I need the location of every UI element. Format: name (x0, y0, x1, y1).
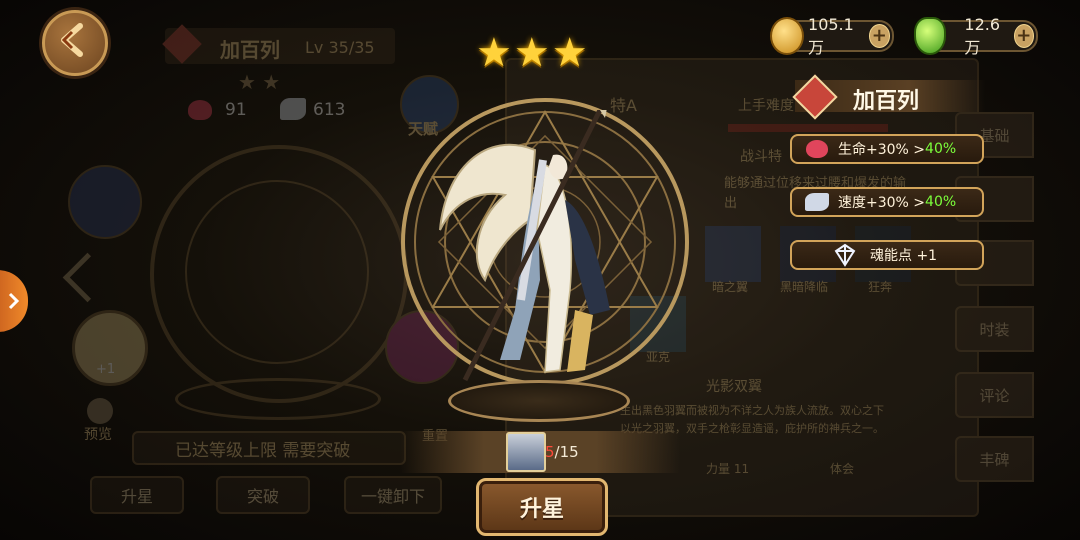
star-up-label: 升星 (519, 497, 564, 522)
bg-skill-name-3: 狂奔 (868, 280, 893, 294)
bg-unequip-button[interactable]: 一键卸下 (344, 476, 442, 514)
green-potion-icon (914, 17, 947, 55)
left-arrow-icon[interactable] (62, 252, 113, 303)
bg-difficulty-label: 上手难度 (738, 98, 794, 114)
shard-progress-bar: 5/15 (400, 431, 680, 473)
hp-bonus-badge: 生命+30% > 40% (790, 134, 984, 164)
bg-magic-circle-inner (185, 180, 369, 364)
soul-point-badge: 魂能点 +1 (790, 240, 984, 270)
star-icon: ★ (476, 30, 514, 76)
bg-skill-name-2: 黑暗降临 (780, 280, 829, 294)
bg-desc-line2: 出 (724, 196, 738, 211)
bg-agi-stat: 体会 (830, 462, 855, 476)
hp-bonus-value: 40% (925, 141, 957, 157)
chevron-right-icon (8, 292, 20, 310)
preview-label[interactable]: 预览 (84, 424, 112, 444)
bg-battle-label: 战斗特 (740, 149, 782, 165)
max-level-message: 已达等级上限 需要突破 (175, 441, 351, 461)
speed-bonus-prefix: 速度+30% > (838, 195, 926, 211)
star-up-button[interactable]: 升星 (476, 478, 608, 536)
gold-amount: 105.1万 (808, 14, 854, 57)
sidebar-tab-fashion[interactable]: 时装 (955, 306, 1034, 352)
gold-counter: 105.1万 + (770, 15, 894, 57)
sidebar-tab-monument[interactable]: 丰碑 (955, 436, 1034, 482)
star-icon: ★ (551, 30, 590, 76)
star-rating: ★★★ (476, 30, 606, 84)
winged-boot-icon (802, 189, 832, 215)
shard-count: 5/15 (545, 443, 579, 461)
speed-bonus-badge: 速度+30% > 40% (790, 187, 984, 217)
add-gem-button[interactable]: + (1013, 24, 1034, 48)
soul-point-text: 魂能点 +1 (870, 248, 938, 264)
hero-shard-icon (506, 432, 546, 472)
bg-pedestal (175, 378, 381, 420)
hero-level: Lv 35/35 (305, 38, 375, 57)
bg-skill-name-1: 暗之翼 (712, 280, 749, 294)
bg-story-line1: 生出黑色羽翼而被视为不详之人为族人流放。双心之下 (620, 404, 884, 417)
star-icon: ★ (513, 30, 552, 76)
add-gold-button[interactable]: + (868, 24, 890, 48)
upgrade-name-banner: 加百列 (792, 74, 985, 120)
back-button[interactable] (42, 10, 108, 76)
hero-star-upgrade-screen: 加百列 Lv 35/35 ★ ★ 91 613 +1 预览 天赋 重置 已达等级… (0, 0, 1080, 540)
gold-coin-icon (770, 17, 805, 55)
soul-rune-icon (830, 242, 860, 268)
heart-icon (802, 136, 832, 162)
hero-name: 加百列 (220, 38, 280, 62)
bg-power-stat: 力量 11 (706, 462, 750, 476)
upgrade-hero-name: 加百列 (853, 89, 920, 114)
left-skill-orb[interactable] (68, 165, 142, 239)
gem-counter: 12.6万 + (914, 15, 1038, 57)
bg-star-button[interactable]: 升星 (90, 476, 184, 514)
shard-current: 5 (545, 443, 555, 461)
feather-item-count: +1 (96, 362, 116, 377)
hero-speed-value: 613 (313, 100, 346, 120)
back-arrow-icon (61, 23, 83, 57)
speed-bonus-value: 40% (925, 194, 957, 210)
bg-difficulty-bar (728, 124, 888, 132)
gem-amount: 12.6万 (964, 14, 1001, 57)
heart-icon (188, 100, 212, 120)
wing-boot-icon (280, 98, 306, 120)
bg-break-button[interactable]: 突破 (216, 476, 310, 514)
bg-story-title: 光影双翼 (706, 379, 762, 395)
shard-total: /15 (554, 443, 579, 461)
hero-portrait-gabriel (439, 110, 610, 382)
hero-hp-value: 91 (225, 100, 247, 120)
hero-small-stars: ★ ★ (238, 70, 281, 94)
info-icon[interactable] (87, 398, 113, 424)
hp-bonus-prefix: 生命+30% > (838, 142, 926, 158)
sidebar-tab-comments[interactable]: 评论 (955, 372, 1034, 418)
bg-skill-icon-1[interactable] (705, 226, 761, 282)
